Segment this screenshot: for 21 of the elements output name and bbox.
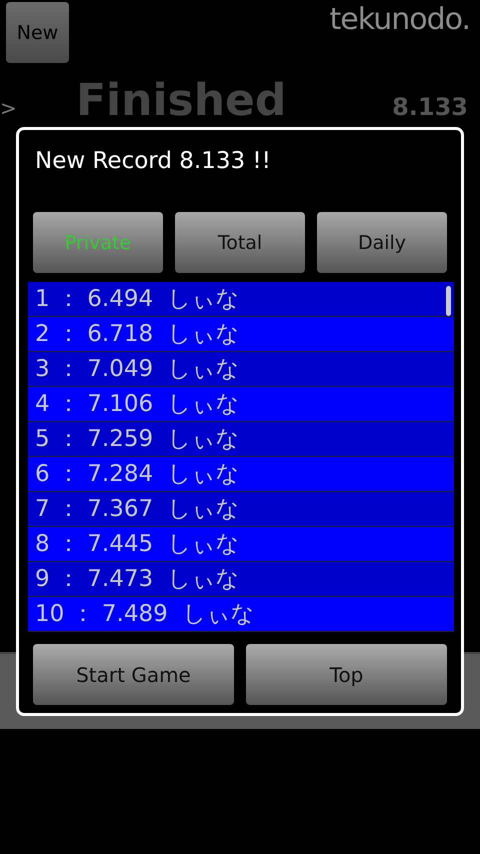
tab[interactable]: Daily xyxy=(317,212,447,273)
time-text: 8.133 xyxy=(392,93,468,121)
record-row[interactable]: 2 ： 6.718 しぃな xyxy=(28,317,454,352)
record-row[interactable]: 1 ： 6.494 しぃな xyxy=(28,282,454,317)
new-button[interactable]: New xyxy=(6,2,69,63)
record-row[interactable]: 9 ： 7.473 しぃな xyxy=(28,562,454,597)
action-button[interactable]: Start Game xyxy=(33,644,234,705)
marker-text: > xyxy=(0,96,18,120)
record-row[interactable]: 3 ： 7.049 しぃな xyxy=(28,352,454,387)
dialog-title: New Record 8.133 !! xyxy=(34,147,272,176)
record-row[interactable]: 6 ： 7.284 しぃな xyxy=(28,457,454,492)
record-row[interactable]: 10 ： 7.489 しぃな xyxy=(28,597,454,632)
status-text: Finished xyxy=(76,75,288,126)
action-button[interactable]: Top xyxy=(246,644,447,705)
tab[interactable]: Total xyxy=(175,212,305,273)
record-row[interactable]: 7 ： 7.367 しぃな xyxy=(28,492,454,527)
record-row[interactable]: 5 ： 7.259 しぃな xyxy=(28,422,454,457)
record-row[interactable]: 4 ： 7.106 しぃな xyxy=(28,387,454,422)
record-row[interactable]: 8 ： 7.445 しぃな xyxy=(28,527,454,562)
logo: tekunodo. xyxy=(330,2,470,37)
scrollbar xyxy=(446,286,451,316)
